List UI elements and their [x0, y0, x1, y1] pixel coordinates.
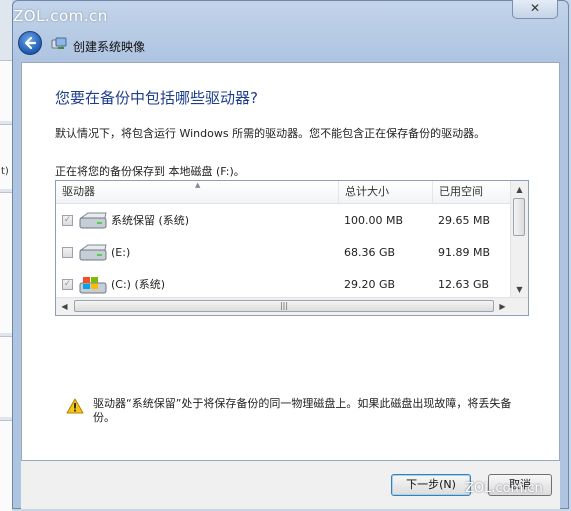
horizontal-scrollbar[interactable]: ◀ ||| ▶: [56, 297, 528, 315]
column-header-used-space[interactable]: 已用空间: [433, 181, 512, 203]
background-panel: [0, 60, 12, 121]
vertical-scrollbar[interactable]: ▲ ▼: [510, 181, 528, 298]
list-header: 驱动器 ▲ 总计大小 已用空间: [56, 181, 512, 204]
sort-arrow-icon: ▲: [195, 181, 201, 189]
windows-drive-icon: [79, 277, 107, 294]
checkbox-unchecked[interactable]: [62, 247, 73, 258]
background-panel: [0, 420, 12, 511]
drive-name: 系统保留 (系统): [111, 214, 190, 227]
background-text: t): [1, 166, 9, 177]
next-button[interactable]: 下一步(N): [391, 474, 471, 496]
background-panel: [0, 192, 12, 333]
used-space: 91.89 MB: [438, 246, 491, 259]
save-location-text: 正在将您的备份保存到 本地磁盘 (F:)。: [55, 165, 245, 178]
used-space: 29.65 MB: [438, 214, 491, 227]
vertical-scroll-thumb[interactable]: [513, 198, 525, 236]
back-button[interactable]: [18, 31, 42, 55]
hard-drive-icon: [79, 244, 107, 261]
watermark-bottom: ZOL.com.cn: [465, 481, 543, 496]
background-panel: [0, 336, 12, 417]
scroll-down-icon[interactable]: ▼: [511, 281, 528, 298]
scrollbar-corner: [511, 298, 528, 315]
scroll-right-icon[interactable]: ▶: [494, 298, 511, 315]
scroll-up-icon[interactable]: ▲: [511, 181, 528, 198]
column-header-total-size[interactable]: 总计大小: [339, 181, 433, 203]
warning-icon: [66, 398, 84, 414]
scroll-left-icon[interactable]: ◀: [56, 298, 73, 315]
warning-message: 驱动器“系统保留”处于将保存备份的同一物理磁盘上。如果此磁盘出现故障，将丢失备份…: [93, 397, 512, 424]
background-window-strip: t): [0, 0, 12, 511]
checkbox-checked[interactable]: ✓: [62, 215, 73, 226]
checkbox-checked[interactable]: ✓: [62, 279, 73, 290]
background-panel: [0, 124, 12, 189]
horizontal-scroll-thumb[interactable]: |||: [74, 300, 494, 312]
table-row[interactable]: (E:) 68.36 GB 91.89 MB: [56, 237, 512, 269]
description-text: 默认情况下，将包含运行 Windows 所需的驱动器。您不能包含正在保存备份的驱…: [55, 127, 486, 140]
hard-drive-icon: [79, 212, 107, 229]
content-panel: 您要在备份中包括哪些驱动器? 默认情况下，将包含运行 Windows 所需的驱动…: [21, 62, 560, 461]
window-title: 创建系统映像: [73, 40, 146, 54]
create-system-image-window: ZOL.com.cn ✕ 创建系统映像 您要在备份中包括哪些驱动器? 默认情况下…: [12, 0, 569, 509]
watermark-top: ZOL.com.cn: [13, 7, 108, 25]
backup-drive-icon: [51, 37, 67, 49]
table-row[interactable]: ✓ 系统保留 (系统) 100.00 MB 29.65 MB: [56, 205, 512, 237]
total-size: 100.00 MB: [344, 214, 404, 227]
drive-list[interactable]: 驱动器 ▲ 总计大小 已用空间 ✓ 系统保留 (系统) 100.00 MB 29…: [55, 180, 529, 316]
page-title: 您要在备份中包括哪些驱动器?: [55, 89, 258, 107]
total-size: 68.36 GB: [344, 246, 396, 259]
drive-name: (E:): [111, 246, 131, 259]
close-button[interactable]: ✕: [512, 0, 558, 19]
back-arrow-icon: [24, 36, 37, 50]
